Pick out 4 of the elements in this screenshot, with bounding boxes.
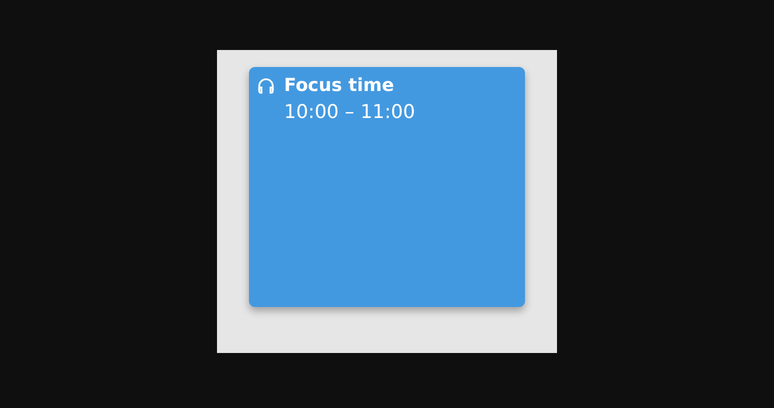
headphones-icon <box>257 77 275 95</box>
event-title: Focus time <box>284 75 394 97</box>
event-time: 10:00 – 11:00 <box>284 100 416 125</box>
event-card[interactable]: Focus time 10:00 – 11:00 <box>249 67 525 307</box>
